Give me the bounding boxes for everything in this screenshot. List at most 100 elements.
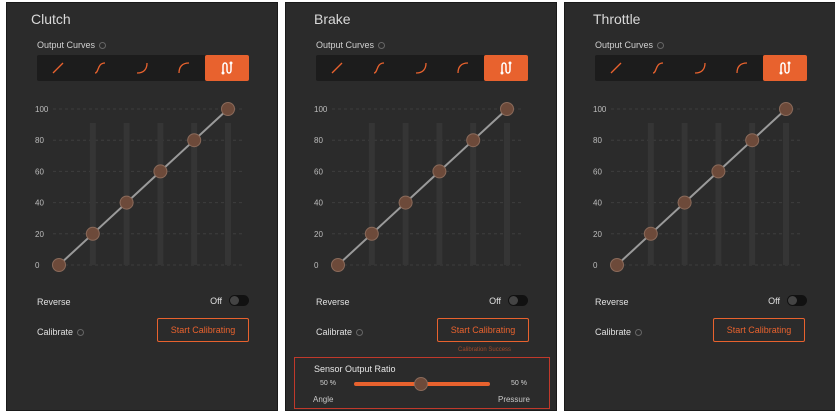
log-curve-button[interactable] <box>163 55 205 81</box>
curve-guide-bar <box>225 123 231 265</box>
y-tick-label: 60 <box>35 167 44 176</box>
exponential-curve-button[interactable] <box>400 55 442 81</box>
reverse-label: Reverse <box>595 297 629 307</box>
info-icon[interactable] <box>378 42 386 50</box>
linear-curve-button[interactable] <box>37 55 79 81</box>
start-calibrating-button[interactable]: Start Calibrating <box>157 318 249 342</box>
reverse-label: Reverse <box>37 297 71 307</box>
output-curves-label: Output Curves <box>37 40 107 50</box>
curve-node <box>52 258 66 272</box>
angle-label: Angle <box>313 395 334 404</box>
y-tick-label: 0 <box>35 261 40 270</box>
output-curve-chart[interactable]: 100 80 60 40 20 0 <box>286 98 558 278</box>
toggle-knob <box>788 296 797 305</box>
log-curve-button[interactable] <box>721 55 763 81</box>
y-tick-label: 100 <box>35 105 49 114</box>
curve-guide-bar <box>504 123 510 265</box>
custom-curve-icon <box>221 61 233 75</box>
curve-node <box>711 164 726 179</box>
curve-node <box>187 133 202 148</box>
curve-node <box>610 258 624 272</box>
start-calibrating-button[interactable]: Start Calibrating <box>713 318 805 342</box>
y-tick-label: 80 <box>35 136 44 145</box>
custom-curve-icon <box>779 61 791 75</box>
linear-curve-button[interactable] <box>595 55 637 81</box>
curve-node <box>398 195 413 210</box>
curve-guide-bar <box>368 123 375 265</box>
toggle-knob <box>509 296 518 305</box>
exponential-curve-icon <box>415 62 427 74</box>
panel-title: Brake <box>314 11 351 27</box>
custom-curve-icon <box>500 61 512 75</box>
y-tick-label: 20 <box>314 230 323 239</box>
curve-line <box>337 108 508 266</box>
y-tick-label: 0 <box>593 261 598 270</box>
curve-guide-bar <box>715 123 722 265</box>
curve-node <box>779 102 793 116</box>
info-icon[interactable] <box>77 329 85 337</box>
y-tick-label: 80 <box>314 136 323 145</box>
linear-curve-icon <box>331 62 343 74</box>
info-icon[interactable] <box>635 329 643 337</box>
reverse-toggle[interactable] <box>508 295 528 306</box>
curve-preset-bar <box>316 55 528 81</box>
exponential-curve-button[interactable] <box>121 55 163 81</box>
reverse-toggle[interactable] <box>229 295 249 306</box>
panel-title: Clutch <box>31 11 71 27</box>
pressure-percent: 50 % <box>511 380 527 387</box>
info-icon[interactable] <box>356 329 364 337</box>
throttle-panel: Throttle Output Curves 100 80 60 40 20 0 Reve… <box>564 2 835 411</box>
sensor-output-ratio-box: Sensor Output Ratio 50 % 50 % Angle Pres… <box>294 357 550 409</box>
sensor-output-ratio-label: Sensor Output Ratio <box>314 364 396 374</box>
curve-guide-bar <box>89 123 96 265</box>
exponential-curve-icon <box>694 62 706 74</box>
linear-curve-button[interactable] <box>316 55 358 81</box>
info-icon[interactable] <box>657 42 665 50</box>
start-calibrating-button[interactable]: Start Calibrating <box>437 318 529 342</box>
curve-guide-bar <box>647 123 654 265</box>
toggle-knob <box>230 296 239 305</box>
curve-guide-bar <box>157 123 164 265</box>
curve-preset-bar <box>37 55 249 81</box>
curve-node <box>364 226 379 241</box>
y-tick-label: 60 <box>593 167 602 176</box>
brake-panel: Brake Output Curves 100 80 60 40 20 0 Reverse… <box>285 2 557 411</box>
s-curve-icon <box>373 62 385 74</box>
curve-node <box>500 102 514 116</box>
y-tick-label: 100 <box>593 105 607 114</box>
reverse-toggle[interactable] <box>787 295 807 306</box>
log-curve-button[interactable] <box>442 55 484 81</box>
reverse-label: Reverse <box>316 297 350 307</box>
y-tick-label: 80 <box>593 136 602 145</box>
custom-curve-button[interactable] <box>484 55 528 81</box>
y-tick-label: 40 <box>35 199 44 208</box>
calibration-hint: Calibration Success <box>458 347 512 353</box>
output-curve-chart[interactable]: 100 80 60 40 20 0 <box>565 98 835 278</box>
curve-guide-bar <box>402 123 409 265</box>
output-curves-label: Output Curves <box>316 40 386 50</box>
log-curve-icon <box>457 62 469 74</box>
s-curve-icon <box>652 62 664 74</box>
curve-guide-bar <box>783 123 789 265</box>
curve-preset-bar <box>595 55 807 81</box>
custom-curve-button[interactable] <box>763 55 807 81</box>
curve-node <box>119 195 134 210</box>
calibrate-label: Calibrate <box>316 327 364 337</box>
s-curve-button[interactable] <box>79 55 121 81</box>
info-icon[interactable] <box>99 42 107 50</box>
output-curves-label: Output Curves <box>595 40 665 50</box>
ratio-slider-thumb[interactable] <box>414 377 428 391</box>
exponential-curve-button[interactable] <box>679 55 721 81</box>
s-curve-button[interactable] <box>637 55 679 81</box>
s-curve-icon <box>94 62 106 74</box>
curve-guide-bar <box>436 123 443 265</box>
custom-curve-button[interactable] <box>205 55 249 81</box>
output-curve-chart[interactable]: 100 80 60 40 20 0 <box>7 98 279 278</box>
s-curve-button[interactable] <box>358 55 400 81</box>
curve-node <box>677 195 692 210</box>
curve-node <box>745 133 760 148</box>
y-tick-label: 20 <box>35 230 44 239</box>
curve-node <box>643 226 658 241</box>
curve-line <box>616 108 787 266</box>
pressure-label: Pressure <box>497 395 530 404</box>
